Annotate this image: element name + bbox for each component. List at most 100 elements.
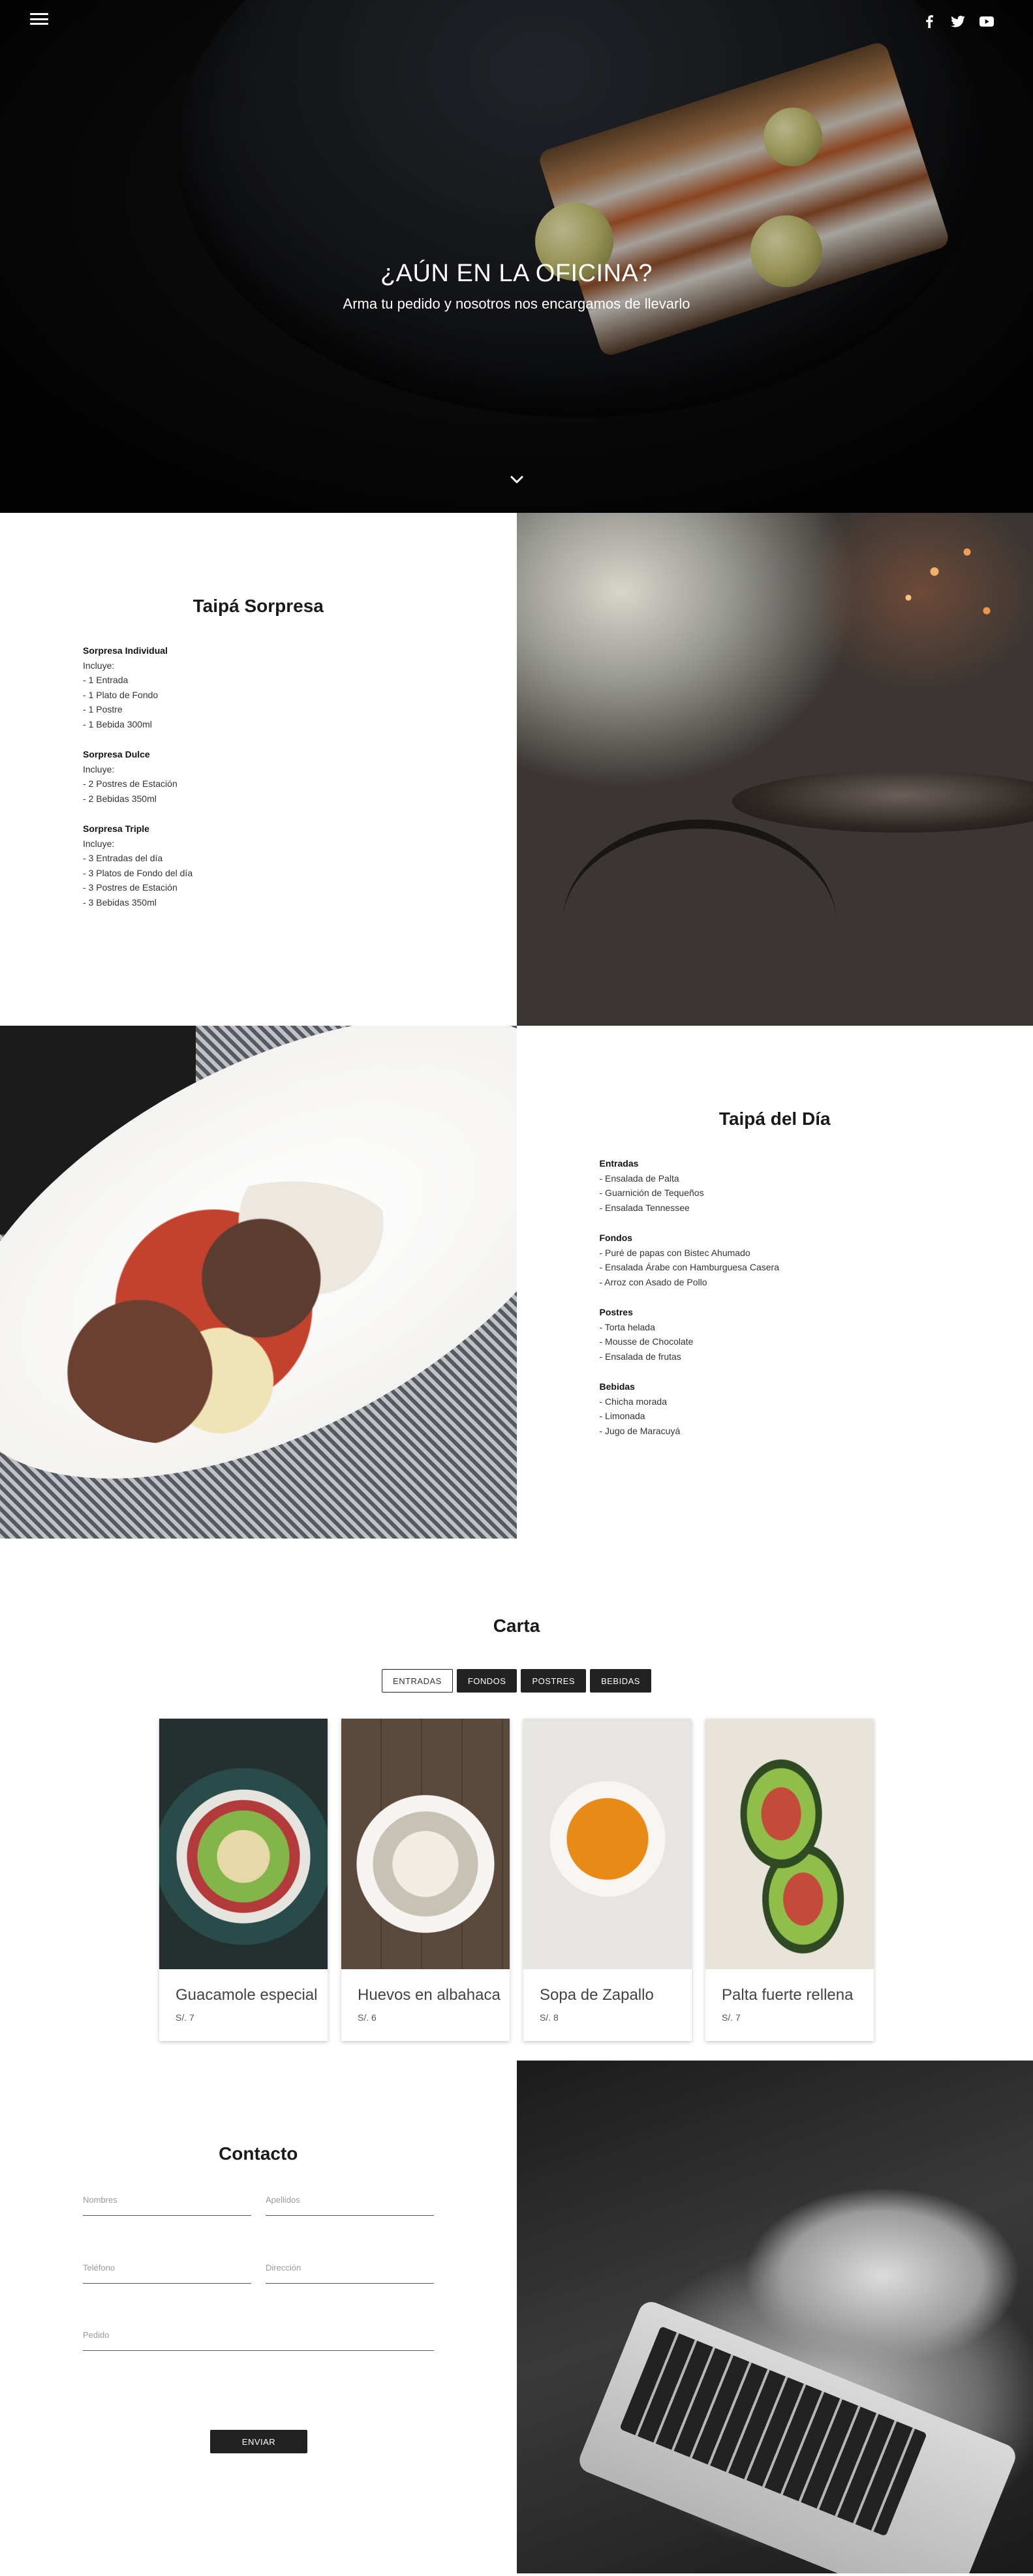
sorpresa-block: Sorpresa Individual Incluye: - 1 Entrada… [83,643,193,731]
block-heading: Entradas [599,1158,639,1169]
block-heading: Sorpresa Triple [83,823,149,834]
dish-photo [0,1026,517,1539]
list-item: - Mousse de Chocolate [599,1336,694,1347]
block-intro: Incluye: [83,838,115,849]
list-item: - Torta helada [599,1321,655,1332]
sorpresa-block: Sorpresa Dulce Incluye: - 2 Postres de E… [83,747,193,806]
list-item: - 1 Postre [83,704,123,714]
block-heading: Fondos [599,1233,633,1243]
contact-form-panel: Contacto ENVIAR [0,2061,517,2573]
cafe-table-image [732,771,1033,833]
contact-title: Contacto [219,2143,298,2164]
list-item: - Ensalada de frutas [599,1351,681,1362]
telefono-field [83,2252,251,2284]
hero-subtitle: Arma tu pedido y nosotros nos encargamos… [343,296,690,312]
list-item: - 3 Bebidas 350ml [83,897,157,908]
list-item: - 1 Entrada [83,675,129,685]
hero-overlay [0,0,1033,513]
contact-section: Contacto ENVIAR [0,2061,1033,2573]
dia-block: Bebidas - Chicha morada - Limonada - Jug… [600,1379,780,1438]
list-item: - 3 Entradas del día [83,853,163,863]
block-heading: Sorpresa Individual [83,645,168,656]
cafe-chair-image [562,820,837,1026]
huevos-image [341,1719,510,1969]
block-intro: Incluye: [83,763,115,774]
cafe-photo [516,513,1033,1026]
block-heading: Postres [599,1307,633,1317]
list-item: - Jugo de Maracuyá [599,1425,681,1436]
telefono-input[interactable] [83,2252,251,2283]
pedido-input[interactable] [83,2320,434,2350]
chevron-down-icon[interactable] [508,472,526,487]
hero-text: ¿AÚN EN LA OFICINA? Arma tu pedido y nos… [0,260,1033,313]
sorpresa-section: Taipá Sorpresa Sorpresa Individual Inclu… [0,513,1033,1026]
menu-card[interactable]: Guacamole especial S/. 7 [159,1719,328,2041]
block-heading: Sorpresa Dulce [83,749,150,759]
list-item: - Puré de papas con Bistec Ahumado [599,1247,750,1258]
list-item: - Limonada [599,1411,645,1421]
hamburger-menu-icon[interactable] [30,12,48,26]
guacamole-image [159,1719,328,1969]
list-item: - 2 Postres de Estación [83,778,177,789]
menu-item-price: S/. 8 [540,2012,559,2023]
hero-title: ¿AÚN EN LA OFICINA? [380,260,653,287]
carta-cards: Guacamole especial S/. 7 Huevos en albah… [159,1719,874,2041]
apellidos-field [266,2185,434,2216]
menu-card[interactable]: Sopa de Zapallo S/. 8 [523,1719,692,2041]
hero-section: ¿AÚN EN LA OFICINA? Arma tu pedido y nos… [0,0,1033,513]
tab-fondos[interactable]: FONDOS [456,1669,517,1693]
dia-block: Fondos - Puré de papas con Bistec Ahumad… [600,1231,780,1289]
list-item: - Guarnición de Tequeños [599,1188,704,1198]
block-intro: Incluye: [83,660,115,671]
list-item: - Arroz con Asado de Pollo [599,1276,707,1287]
tab-postres[interactable]: POSTRES [521,1669,587,1693]
dia-block: Postres - Torta helada - Mousse de Choco… [600,1305,780,1364]
menu-card[interactable]: Palta fuerte rellena S/. 7 [705,1719,874,2041]
list-item: - 1 Bebida 300ml [83,718,152,729]
sorpresa-text-panel: Taipá Sorpresa Sorpresa Individual Inclu… [0,513,517,1026]
menu-item-name: Huevos en albahaca [358,1986,501,2004]
list-item: - 1 Plato de Fondo [83,689,159,700]
sorpresa-block: Sorpresa Triple Incluye: - 3 Entradas de… [83,821,193,910]
dia-text-panel: Taipá del Día Entradas - Ensalada de Pal… [516,1026,1033,1539]
facebook-icon[interactable] [922,14,936,29]
sorpresa-list: Sorpresa Individual Incluye: - 1 Entrada… [83,643,193,925]
pedido-field [83,2320,434,2351]
palta-image [705,1719,874,1969]
twitter-icon[interactable] [951,14,965,29]
dia-title: Taipá del Día [718,1109,831,1129]
list-item: - Ensalada Árabe con Hamburguesa Casera [599,1262,780,1272]
dia-section: Taipá del Día Entradas - Ensalada de Pal… [0,1026,1033,1539]
social-links [922,14,994,29]
laptop-image [575,2298,1019,2573]
menu-item-price: S/. 6 [358,2012,377,2023]
list-item: - Ensalada de Palta [599,1173,679,1184]
nombres-input[interactable] [83,2185,251,2215]
carta-section: Carta ENTRADAS FONDOS POSTRES BEBIDAS Gu… [0,1539,1033,2061]
direccion-field [266,2252,434,2284]
menu-item-name: Palta fuerte rellena [722,1986,854,2004]
block-heading: Bebidas [599,1381,635,1392]
menu-item-price: S/. 7 [176,2012,194,2023]
menu-item-name: Guacamole especial [176,1986,318,2004]
direccion-input[interactable] [266,2252,434,2283]
dia-block: Entradas - Ensalada de Palta - Guarnició… [600,1156,780,1215]
keyboard-image [619,2325,927,2537]
carta-tabs: ENTRADAS FONDOS POSTRES BEBIDAS [0,1669,1033,1693]
sopa-image [523,1719,692,1969]
list-item: - Chicha morada [599,1396,668,1407]
nombres-field [83,2185,251,2216]
youtube-icon[interactable] [979,14,994,29]
sorpresa-title: Taipá Sorpresa [193,596,324,616]
tab-bebidas[interactable]: BEBIDAS [590,1669,651,1693]
apellidos-input[interactable] [266,2185,434,2215]
menu-card[interactable]: Huevos en albahaca S/. 6 [341,1719,510,2041]
menu-item-name: Sopa de Zapallo [540,1986,654,2004]
carta-title: Carta [493,1616,540,1636]
laptop-photo [516,2061,1033,2573]
list-item: - 2 Bebidas 350ml [83,793,157,804]
tab-entradas[interactable]: ENTRADAS [382,1669,453,1693]
enviar-button[interactable]: ENVIAR [210,2430,307,2453]
list-item: - 3 Postres de Estación [83,882,177,893]
dia-list: Entradas - Ensalada de Palta - Guarnició… [600,1156,780,1454]
